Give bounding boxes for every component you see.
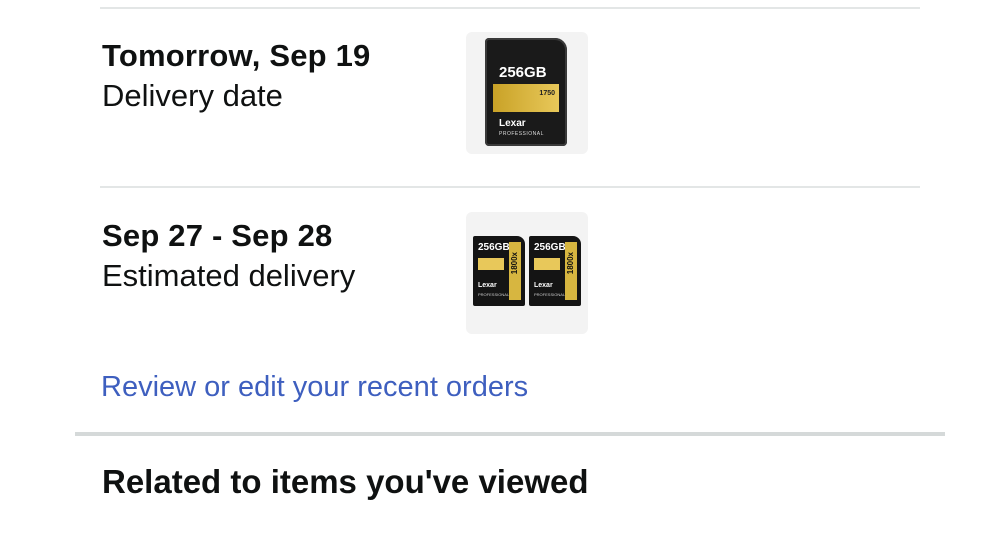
orders-page: Tomorrow, Sep 19 Delivery date 256GB 175… (0, 0, 1000, 560)
related-items-heading: Related to items you've viewed (102, 463, 589, 500)
order-delivery-date: Sep 27 - Sep 28 (102, 218, 333, 253)
product-thumbnail[interactable]: 256GB Lexar PROFESSIONAL 1800x 256GB Lex… (466, 212, 588, 334)
product-thumbnail[interactable]: 256GB 1750 Lexar PROFESSIONAL (466, 32, 588, 154)
product-speed: 1800x (566, 252, 575, 275)
product-speed: 1800x (510, 252, 519, 275)
card-spec-band (478, 258, 504, 270)
card-speed-stripe: 1800x (509, 242, 521, 300)
product-capacity: 256GB (534, 242, 566, 253)
section-divider (75, 432, 945, 436)
cfexpress-card-icon: 256GB 1750 Lexar PROFESSIONAL (485, 38, 567, 146)
product-brand: Lexar (499, 118, 526, 129)
order-row[interactable]: Tomorrow, Sep 19 Delivery date 256GB 175… (100, 30, 920, 170)
card-speed-stripe: 1800x (565, 242, 577, 300)
product-line: PROFESSIONAL (499, 131, 544, 137)
product-speed: 1750 (539, 90, 555, 97)
product-capacity: 256GB (499, 64, 547, 81)
product-capacity: 256GB (478, 242, 510, 253)
order-delivery-date: Tomorrow, Sep 19 (102, 38, 371, 73)
sd-card-icon: 256GB Lexar PROFESSIONAL 1800x (529, 236, 581, 306)
card-label-band: 1750 (493, 84, 559, 112)
review-orders-link[interactable]: Review or edit your recent orders (101, 371, 528, 404)
product-line: PROFESSIONAL (478, 292, 510, 297)
divider (100, 7, 920, 9)
order-row[interactable]: Sep 27 - Sep 28 Estimated delivery 256GB… (100, 210, 920, 350)
card-spec-band (534, 258, 560, 270)
product-line: PROFESSIONAL (534, 292, 566, 297)
sd-card-icon: 256GB Lexar PROFESSIONAL 1800x (473, 236, 525, 306)
order-delivery-label: Delivery date (102, 78, 283, 113)
divider (100, 186, 920, 188)
product-brand: Lexar (534, 282, 553, 289)
product-brand: Lexar (478, 282, 497, 289)
order-delivery-label: Estimated delivery (102, 258, 356, 293)
